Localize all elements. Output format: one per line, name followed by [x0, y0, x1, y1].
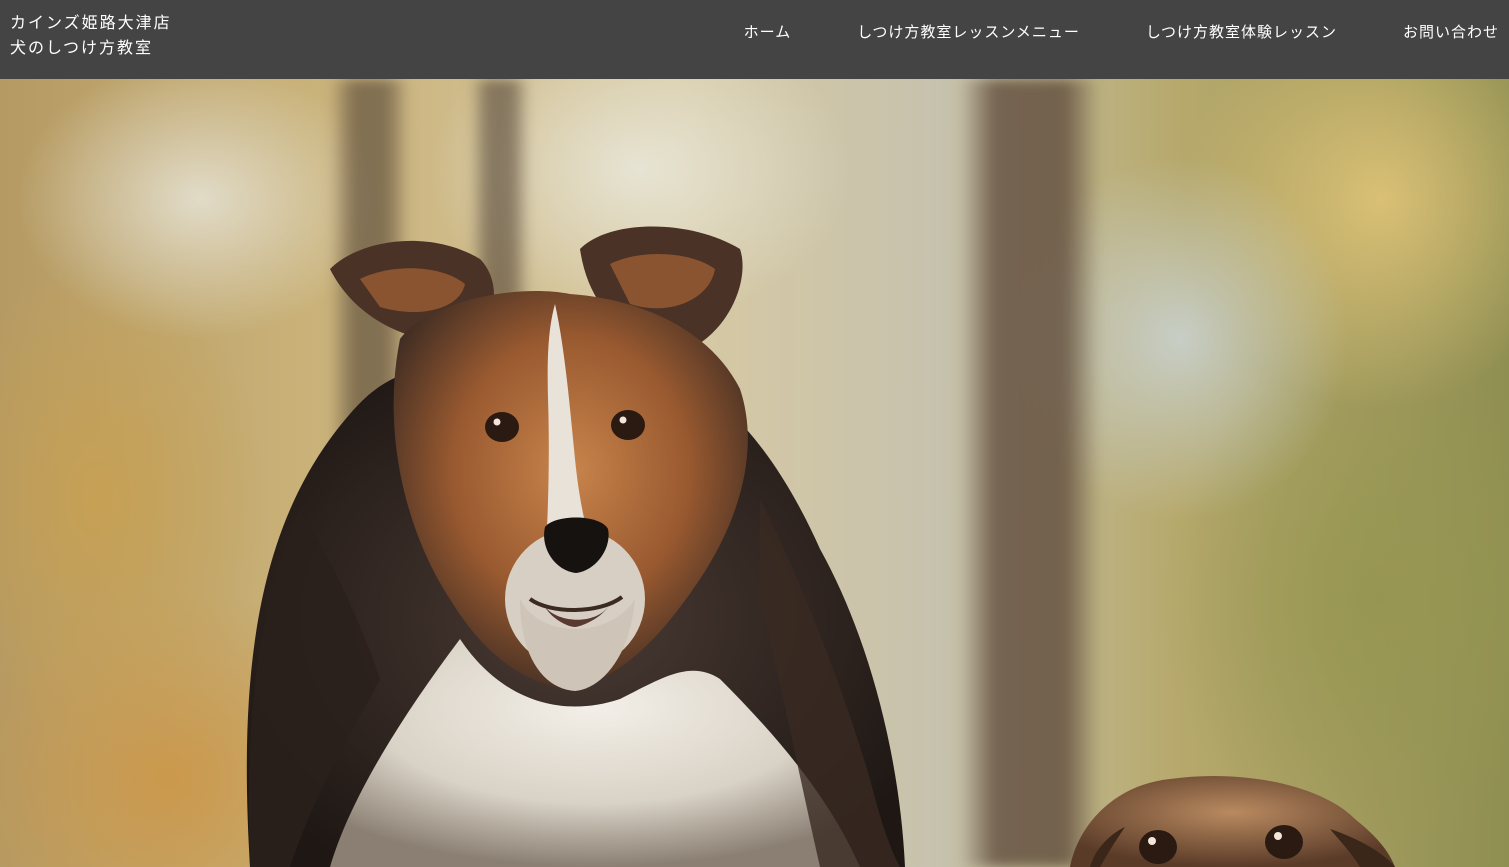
site-title-link[interactable]: カインズ姫路大津店 犬のしつけ方教室	[10, 10, 172, 60]
hero-image	[0, 79, 1509, 867]
nav-item-trial-lesson[interactable]: しつけ方教室体験レッスン	[1146, 21, 1337, 42]
site-title-line1: カインズ姫路大津店	[10, 13, 172, 32]
dogs-illustration	[246, 226, 1395, 867]
dachshund-dog	[1070, 775, 1395, 867]
nav-item-contact[interactable]: お問い合わせ	[1403, 21, 1499, 42]
site-title-line2: 犬のしつけ方教室	[10, 38, 154, 57]
sheltie-dog	[246, 226, 906, 867]
nav-item-home[interactable]: ホーム	[744, 21, 792, 42]
global-nav: ホーム しつけ方教室レッスンメニュー しつけ方教室体験レッスン お問い合わせ	[744, 0, 1499, 62]
nav-item-lesson-menu[interactable]: しつけ方教室レッスンメニュー	[857, 21, 1080, 42]
site-header: カインズ姫路大津店 犬のしつけ方教室 ホーム しつけ方教室レッスンメニュー しつ…	[0, 0, 1509, 79]
